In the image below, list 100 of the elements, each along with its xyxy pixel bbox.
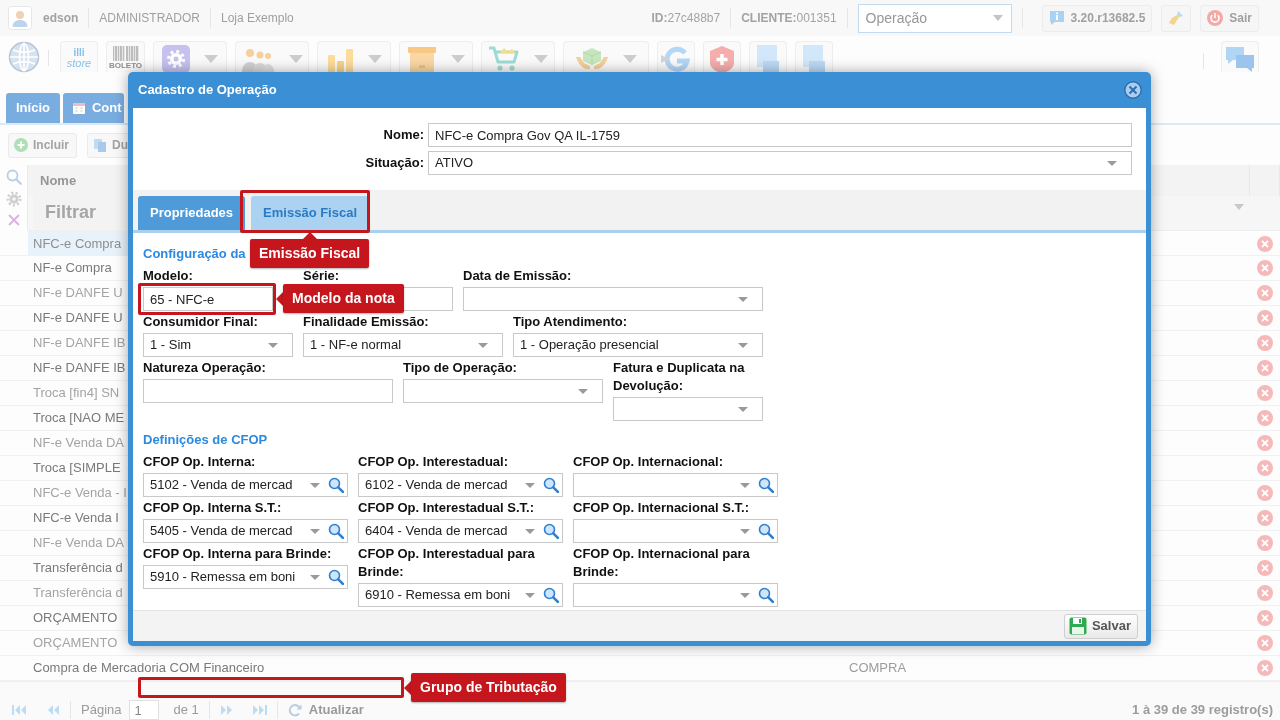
gear-icon[interactable] (5, 191, 22, 207)
dropdown-field[interactable]: 1 - Operação presencial (513, 333, 763, 357)
row-name-text: Transferência d (32, 585, 124, 601)
copy-button[interactable]: Du (87, 132, 131, 158)
delete-icon[interactable] (1257, 610, 1273, 626)
toolbar-button[interactable] (749, 41, 787, 72)
row-name-text: NF-e Compra (32, 260, 113, 276)
caret-icon (534, 54, 548, 63)
toolbar-button[interactable] (563, 41, 649, 72)
text-field[interactable]: 65 - NFC-e (143, 287, 273, 311)
delete-icon[interactable] (1257, 635, 1273, 651)
dropdown-field[interactable] (403, 379, 603, 403)
toolbar-button[interactable] (399, 41, 473, 72)
previous-page-button[interactable] (46, 705, 60, 715)
delete-icon[interactable] (1257, 310, 1273, 326)
row-name-text: NFC-e Venda I (32, 510, 120, 526)
dialog-tab[interactable]: Emissão Fiscal (251, 196, 370, 230)
lookup-field[interactable]: 5910 - Remessa em boni (143, 565, 348, 589)
delete-icon[interactable] (1257, 410, 1273, 426)
search-icon[interactable] (758, 523, 774, 539)
text-field[interactable]: NFC-e Compra Gov QA IL-1759 (428, 123, 1132, 147)
store-button[interactable]: illi store (60, 41, 98, 72)
lookup-field[interactable] (573, 519, 778, 543)
row-name-text: ORÇAMENTO (32, 635, 119, 651)
caret-icon (992, 15, 1003, 21)
add-button[interactable]: Incluir (8, 132, 77, 158)
delete-icon[interactable] (1257, 335, 1273, 351)
search-icon[interactable] (543, 477, 559, 493)
search-icon[interactable] (328, 569, 344, 585)
close-button[interactable] (1124, 81, 1142, 99)
delete-icon[interactable] (1257, 485, 1273, 501)
toolbar-button[interactable] (481, 41, 555, 72)
next-page-button[interactable] (219, 705, 234, 715)
field-label: Finalidade Emissão: (303, 313, 430, 331)
delete-icon[interactable] (1257, 235, 1273, 252)
dropdown-field[interactable]: 1 - NF-e normal (303, 333, 503, 357)
dropdown-field[interactable]: ATIVO (428, 151, 1132, 175)
info-icon (1048, 10, 1065, 26)
globe-logo-icon (8, 41, 40, 73)
dropdown-field[interactable]: 1 - Sim (143, 333, 293, 357)
column-header[interactable]: Nome (28, 170, 77, 191)
lookup-field[interactable]: 6910 - Remessa em boni (358, 583, 563, 607)
refresh-button[interactable]: Atualizar (287, 700, 364, 720)
row-name-text: Troca [fin4] SN (32, 385, 121, 401)
search-icon[interactable] (758, 477, 774, 493)
version-button[interactable]: 3.20.r13682.5 (1041, 4, 1153, 32)
text-field[interactable] (143, 379, 393, 403)
search-icon[interactable] (328, 523, 344, 539)
toolbar-button[interactable] (657, 41, 695, 72)
app-tab[interactable]: Início (6, 93, 60, 123)
row-name-text: NF-e DANFE U (32, 310, 124, 326)
delete-icon[interactable] (1257, 435, 1273, 451)
search-icon[interactable] (328, 477, 344, 493)
delete-icon[interactable] (1257, 535, 1273, 551)
field-label: Série: (303, 267, 341, 285)
dropdown-field[interactable] (613, 397, 763, 421)
caret-icon[interactable] (1234, 204, 1244, 210)
search-icon[interactable] (758, 587, 774, 603)
toolbar-button[interactable] (317, 41, 391, 72)
delete-icon[interactable] (1257, 560, 1273, 576)
module-select[interactable]: Operação (857, 3, 1012, 33)
page-field[interactable]: 1 (129, 700, 160, 720)
row-name-text: NF-e DANFE U (32, 285, 124, 301)
delete-icon[interactable] (1257, 460, 1273, 476)
dialog-tab[interactable]: Propriedades (138, 196, 246, 230)
last-page-button[interactable] (252, 705, 267, 715)
boleto-button[interactable]: BOLETO (106, 41, 145, 72)
app-tab[interactable]: Cont (62, 93, 124, 123)
lookup-field[interactable]: 6404 - Venda de mercad (358, 519, 563, 543)
delete-icon[interactable] (1257, 360, 1273, 376)
caret-icon (310, 574, 320, 580)
toolbar-button[interactable] (795, 41, 833, 72)
delete-icon[interactable] (1257, 510, 1273, 526)
delete-icon[interactable] (1257, 285, 1273, 301)
save-button[interactable]: Salvar (1063, 613, 1138, 639)
lookup-field[interactable]: 5102 - Venda de mercad (143, 473, 348, 497)
delete-icon[interactable] (1257, 660, 1273, 676)
delete-icon[interactable] (1257, 260, 1273, 276)
add-icon (14, 138, 28, 152)
user-name: edson (43, 10, 79, 27)
session-id-text: ID:27c488b7 (651, 10, 721, 27)
lookup-field[interactable] (573, 473, 778, 497)
toolbar-button[interactable] (703, 41, 741, 72)
logout-button[interactable]: Sair (1200, 4, 1259, 32)
delete-icon[interactable] (1257, 385, 1273, 401)
toolbar-button[interactable] (1221, 41, 1259, 72)
search-icon[interactable] (543, 587, 559, 603)
toolbar-button[interactable] (153, 41, 227, 72)
lookup-field[interactable] (573, 583, 778, 607)
brush-button[interactable] (1161, 4, 1192, 32)
field-label: CFOP Op. Interestadual para Brinde: (358, 545, 536, 581)
lookup-field[interactable]: 5405 - Venda de mercad (143, 519, 348, 543)
delete-icon[interactable] (1257, 585, 1273, 601)
search-icon[interactable] (543, 523, 559, 539)
dropdown-field[interactable] (463, 287, 763, 311)
clear-icon[interactable] (6, 213, 21, 227)
first-page-button[interactable] (12, 705, 26, 715)
lookup-field[interactable]: 6102 - Venda de mercad (358, 473, 563, 497)
toolbar-button[interactable] (235, 41, 309, 72)
caret-icon (525, 482, 535, 488)
